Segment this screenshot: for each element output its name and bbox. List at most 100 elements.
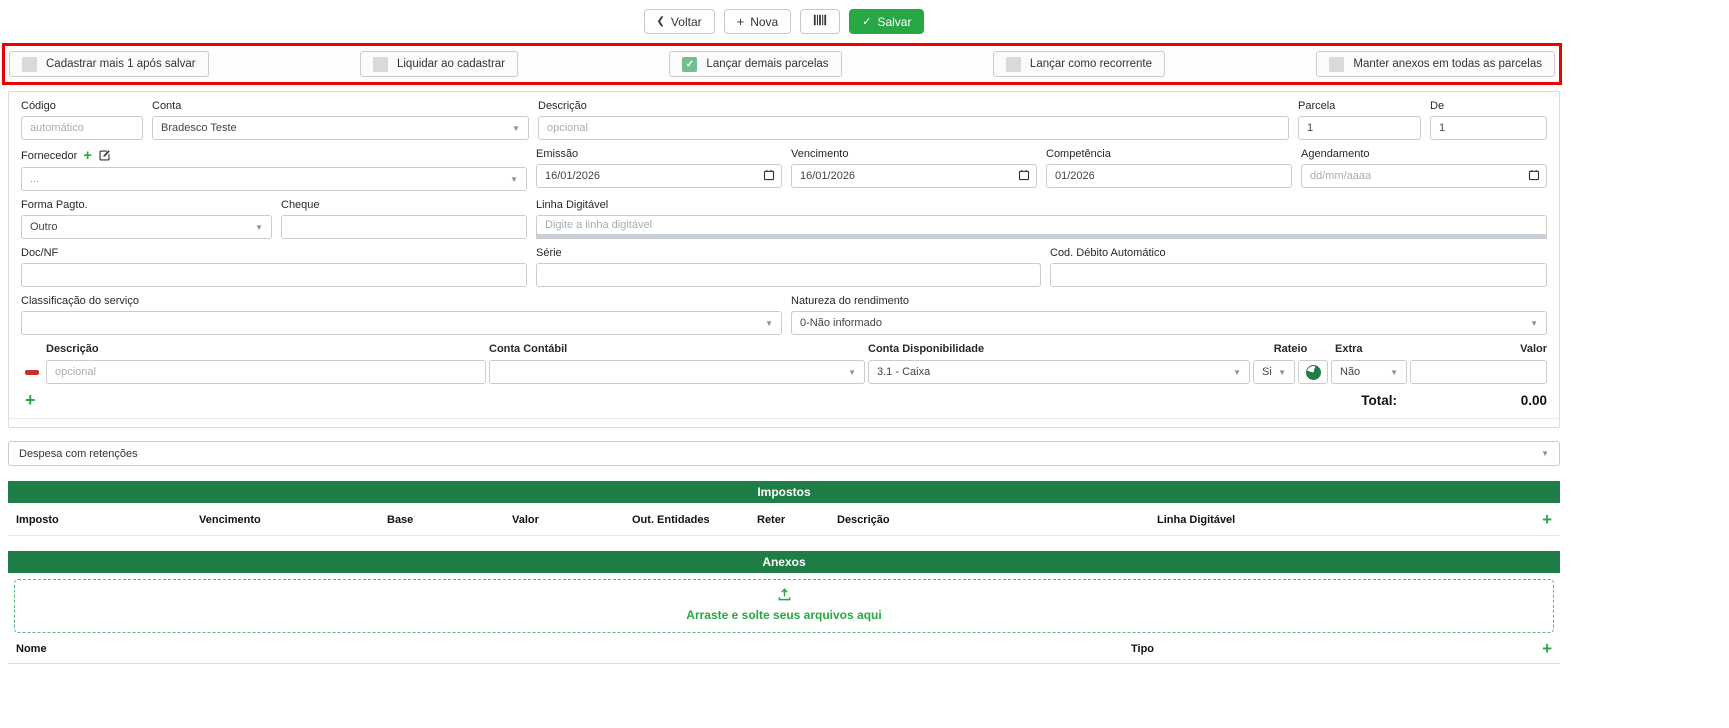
forma-pagto-label: Forma Pagto. bbox=[21, 199, 272, 211]
upload-icon bbox=[777, 593, 792, 605]
option-manter-anexos[interactable]: ✓ Manter anexos em todas as parcelas bbox=[1316, 51, 1555, 77]
option-label: Cadastrar mais 1 após salvar bbox=[46, 58, 196, 70]
anexos-header-tipo: Tipo bbox=[1131, 643, 1542, 655]
anexos-section-header: Anexos bbox=[8, 551, 1560, 573]
add-anexo-button[interactable]: + bbox=[1542, 640, 1552, 657]
items-header-conta-disponibilidade: Conta Disponibilidade bbox=[868, 343, 1250, 355]
chevron-down-icon: ▼ bbox=[1233, 368, 1241, 377]
item-conta-disponibilidade-select[interactable]: 3.1 - Caixa ▼ bbox=[868, 360, 1250, 384]
item-rateio-select[interactable]: Sim ▼ bbox=[1253, 360, 1295, 384]
edit-supplier-button[interactable] bbox=[98, 149, 111, 162]
vencimento-label: Vencimento bbox=[791, 148, 1037, 160]
item-row: ▼ 3.1 - Caixa ▼ Sim ▼ Não ▼ bbox=[21, 360, 1547, 384]
chevron-down-icon: ▼ bbox=[848, 368, 856, 377]
fornecedor-select[interactable]: ... ▼ bbox=[21, 167, 527, 191]
classificacao-select[interactable]: ▼ bbox=[21, 311, 782, 335]
cod-debito-label: Cod. Débito Automático bbox=[1050, 247, 1547, 259]
option-checkbox[interactable]: ✓ bbox=[682, 57, 697, 72]
new-button-label: Nova bbox=[750, 15, 778, 29]
total-value: 0.00 bbox=[1397, 393, 1547, 408]
item-conta-contabil-select[interactable]: ▼ bbox=[489, 360, 865, 384]
impostos-header-descricao: Descrição bbox=[837, 514, 1157, 526]
anexos-header-nome: Nome bbox=[16, 643, 1131, 655]
add-item-button[interactable]: + bbox=[25, 391, 36, 409]
competencia-input[interactable] bbox=[1046, 164, 1292, 188]
option-checkbox[interactable]: ✓ bbox=[1006, 57, 1021, 72]
items-header-descricao: Descrição bbox=[46, 343, 486, 355]
codigo-label: Código bbox=[21, 100, 143, 112]
plus-icon: + bbox=[737, 15, 745, 28]
impostos-header-reter: Reter bbox=[757, 514, 837, 526]
pie-chart-icon bbox=[1306, 365, 1321, 380]
back-button[interactable]: ❮ Voltar bbox=[644, 9, 715, 34]
linha-digitavel-input[interactable] bbox=[536, 215, 1547, 239]
item-descricao-input[interactable] bbox=[46, 360, 486, 384]
conta-select[interactable]: Bradesco Teste ▼ bbox=[152, 116, 529, 140]
option-recorrente[interactable]: ✓ Lançar como recorrente bbox=[993, 51, 1165, 77]
anexos-title: Anexos bbox=[762, 555, 805, 569]
remove-item-button[interactable] bbox=[25, 370, 39, 375]
emissao-date-input[interactable] bbox=[536, 164, 782, 188]
anexos-table-header: Nome Tipo + bbox=[8, 633, 1560, 664]
option-cadastrar-mais[interactable]: ✓ Cadastrar mais 1 após salvar bbox=[9, 51, 209, 77]
serie-label: Série bbox=[536, 247, 1041, 259]
chevron-down-icon: ▼ bbox=[765, 319, 773, 328]
option-checkbox[interactable]: ✓ bbox=[373, 57, 388, 72]
back-button-label: Voltar bbox=[671, 15, 702, 29]
options-row: ✓ Cadastrar mais 1 após salvar ✓ Liquida… bbox=[9, 51, 1555, 77]
impostos-table-header: Imposto Vencimento Base Valor Out. Entid… bbox=[8, 503, 1560, 536]
items-header-extra: Extra bbox=[1331, 343, 1407, 355]
new-button[interactable]: + Nova bbox=[724, 9, 792, 34]
add-imposto-button[interactable]: + bbox=[1534, 511, 1552, 528]
annotation-red-box: ✓ Cadastrar mais 1 após salvar ✓ Liquida… bbox=[2, 43, 1562, 85]
conta-label: Conta bbox=[152, 100, 529, 112]
de-label: De bbox=[1430, 100, 1547, 112]
parcela-input[interactable] bbox=[1298, 116, 1421, 140]
impostos-header-out-entidades: Out. Entidades bbox=[632, 514, 757, 526]
option-lancar-parcelas[interactable]: ✓ Lançar demais parcelas bbox=[669, 51, 841, 77]
descricao-label: Descrição bbox=[538, 100, 1289, 112]
impostos-header-vencimento: Vencimento bbox=[199, 514, 387, 526]
item-extra-select[interactable]: Não ▼ bbox=[1331, 360, 1407, 384]
linha-digitavel-label: Linha Digitável bbox=[536, 199, 1547, 211]
option-checkbox[interactable]: ✓ bbox=[1329, 57, 1344, 72]
competencia-label: Competência bbox=[1046, 148, 1292, 160]
descricao-input[interactable] bbox=[538, 116, 1289, 140]
impostos-section-header: Impostos bbox=[8, 481, 1560, 503]
total-label: Total: bbox=[1361, 393, 1397, 408]
option-liquidar[interactable]: ✓ Liquidar ao cadastrar bbox=[360, 51, 518, 77]
barcode-button[interactable] bbox=[800, 9, 840, 34]
item-valor-input[interactable] bbox=[1410, 360, 1547, 384]
toolbar: ❮ Voltar + Nova ✓ Salvar bbox=[8, 0, 1560, 34]
add-supplier-button[interactable]: + bbox=[83, 148, 92, 163]
rateio-pie-button[interactable] bbox=[1298, 360, 1328, 384]
vencimento-date-input[interactable] bbox=[791, 164, 1037, 188]
retencoes-collapse-bar[interactable]: Despesa com retenções ▼ bbox=[8, 441, 1560, 466]
natureza-select[interactable]: 0-Não informado ▼ bbox=[791, 311, 1547, 335]
file-dropzone[interactable]: Arraste e solte seus arquivos aqui bbox=[14, 579, 1554, 633]
items-header-conta-contabil: Conta Contábil bbox=[489, 343, 865, 355]
dropzone-text: Arraste e solte seus arquivos aqui bbox=[15, 608, 1553, 622]
chevron-down-icon: ▼ bbox=[510, 175, 518, 184]
emissao-label: Emissão bbox=[536, 148, 782, 160]
chevron-down-icon: ▼ bbox=[512, 124, 520, 133]
doc-nf-label: Doc/NF bbox=[21, 247, 527, 259]
cheque-input[interactable] bbox=[281, 215, 527, 239]
option-label: Lançar demais parcelas bbox=[706, 58, 828, 70]
save-button[interactable]: ✓ Salvar bbox=[849, 9, 924, 34]
agendamento-label: Agendamento bbox=[1301, 148, 1547, 160]
impostos-header-imposto: Imposto bbox=[16, 514, 199, 526]
serie-input[interactable] bbox=[536, 263, 1041, 287]
save-button-label: Salvar bbox=[877, 15, 911, 29]
fornecedor-label: Fornecedor bbox=[21, 150, 77, 162]
doc-nf-input[interactable] bbox=[21, 263, 527, 287]
agendamento-date-input[interactable] bbox=[1301, 164, 1547, 188]
codigo-input[interactable] bbox=[21, 116, 143, 140]
barcode-icon bbox=[813, 13, 827, 30]
cod-debito-input[interactable] bbox=[1050, 263, 1547, 287]
option-checkbox[interactable]: ✓ bbox=[22, 57, 37, 72]
forma-pagto-select[interactable]: Outro ▼ bbox=[21, 215, 272, 239]
chevron-down-icon: ▼ bbox=[255, 223, 263, 232]
classificacao-label: Classificação do serviço bbox=[21, 295, 782, 307]
de-input[interactable] bbox=[1430, 116, 1547, 140]
